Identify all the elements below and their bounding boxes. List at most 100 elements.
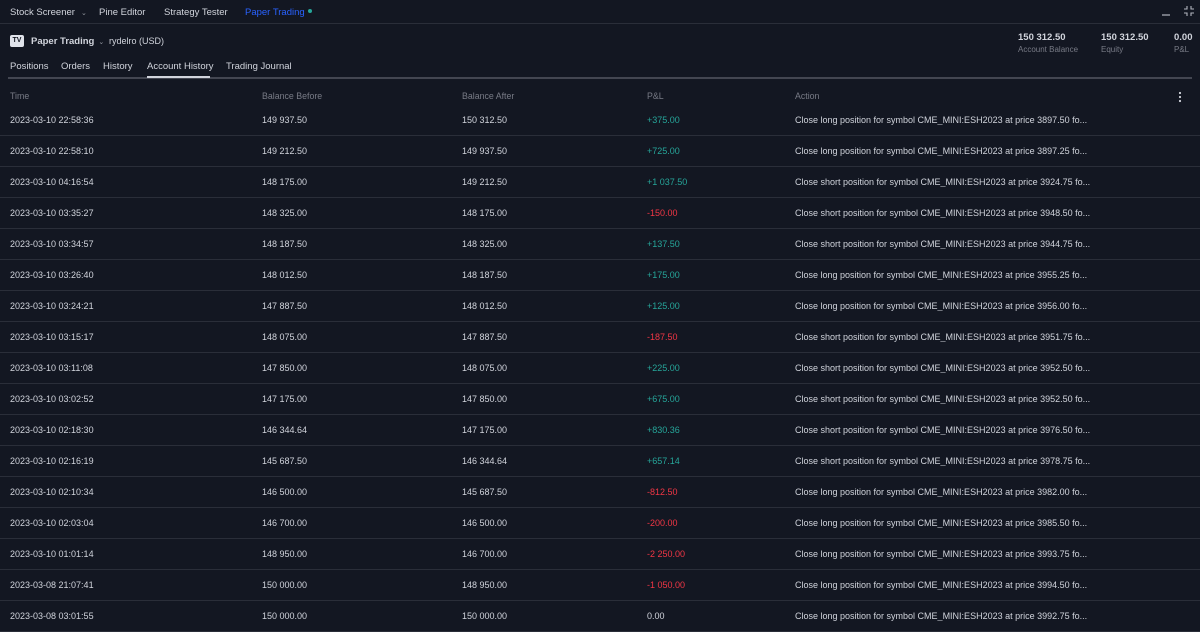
- cell-balance-before: 147 887.50: [262, 301, 308, 311]
- cell-balance-after: 149 212.50: [462, 177, 508, 187]
- cell-pnl: +225.00: [647, 363, 680, 373]
- cell-balance-after: 146 500.00: [462, 518, 508, 528]
- cell-time: 2023-03-10 22:58:36: [10, 115, 94, 125]
- cell-pnl: +1 037.50: [647, 177, 688, 187]
- cell-action: Close long position for symbol CME_MINI:…: [795, 518, 1088, 528]
- bottom-panel-tabs-bar: Stock Screener ⌄ Pine Editor Strategy Tes…: [0, 0, 1200, 24]
- cell-action: Close short position for symbol CME_MINI…: [795, 363, 1091, 373]
- cell-time: 2023-03-10 03:34:57: [10, 239, 94, 249]
- equity-label: Equity: [1101, 45, 1124, 54]
- broker-selector[interactable]: Paper Trading ⌄: [31, 36, 104, 47]
- table-row[interactable]: 2023-03-10 03:11:08 147 850.00 148 075.00 +…: [0, 353, 1200, 384]
- tab-label: Stock Screener: [10, 7, 75, 18]
- table-row[interactable]: 2023-03-10 02:10:34 146 500.00 145 687.50 -…: [0, 477, 1200, 508]
- cell-balance-before: 147 850.00: [262, 363, 308, 373]
- cell-balance-after: 147 850.00: [462, 394, 508, 404]
- collapse-icon[interactable]: [1182, 4, 1196, 18]
- tab-positions[interactable]: Positions: [10, 61, 49, 72]
- cell-action: Close short position for symbol CME_MINI…: [795, 332, 1091, 342]
- cell-pnl: -150.00: [647, 208, 678, 218]
- pnl-label: P&L: [1174, 45, 1190, 54]
- cell-pnl: +137.50: [647, 239, 680, 249]
- cell-pnl: +125.00: [647, 301, 680, 311]
- cell-action: Close long position for symbol CME_MINI:…: [795, 301, 1088, 311]
- cell-pnl: -1 050.00: [647, 580, 686, 590]
- table-row[interactable]: 2023-03-10 03:35:27 148 325.00 148 175.00 -…: [0, 198, 1200, 229]
- cell-balance-after: 148 187.50: [462, 270, 508, 280]
- cell-action: Close short position for symbol CME_MINI…: [795, 177, 1091, 187]
- cell-time: 2023-03-10 03:11:08: [10, 363, 93, 373]
- cell-action: Close long position for symbol CME_MINI:…: [795, 270, 1088, 280]
- chevron-down-icon: ⌄: [80, 10, 87, 17]
- minimize-icon[interactable]: [1159, 4, 1173, 18]
- more-options-icon[interactable]: [1173, 90, 1187, 104]
- cell-pnl: +375.00: [647, 115, 680, 125]
- cell-action: Close long position for symbol CME_MINI:…: [795, 549, 1088, 559]
- cell-time: 2023-03-10 01:01:14: [10, 549, 94, 559]
- table-row[interactable]: 2023-03-10 02:18:30 146 344.64 147 175.00 +…: [0, 415, 1200, 446]
- active-tab-indicator: [147, 76, 210, 78]
- chevron-down-icon: ⌄: [98, 39, 105, 46]
- cell-pnl: -200.00: [647, 518, 678, 528]
- cell-action: Close long position for symbol CME_MINI:…: [795, 146, 1088, 156]
- table-row[interactable]: 2023-03-08 03:01:55 150 000.00 150 000.00 0…: [0, 601, 1200, 632]
- cell-time: 2023-03-10 02:18:30: [10, 425, 94, 435]
- table-row[interactable]: 2023-03-10 04:16:54 148 175.00 149 212.50 +…: [0, 167, 1200, 198]
- cell-balance-before: 149 937.50: [262, 115, 308, 125]
- tab-paper-trading[interactable]: Paper Trading: [245, 7, 312, 18]
- pnl-summary: 0.00 P&L: [1174, 32, 1193, 54]
- account-balance-summary: 150 312.50 Account Balance: [1018, 32, 1078, 54]
- table-row[interactable]: 2023-03-10 03:26:40 148 012.50 148 187.50 +…: [0, 260, 1200, 291]
- tab-orders[interactable]: Orders: [61, 61, 90, 72]
- cell-balance-after: 145 687.50: [462, 487, 508, 497]
- cell-balance-before: 150 000.00: [262, 580, 308, 590]
- cell-balance-before: 148 075.00: [262, 332, 308, 342]
- cell-action: Close long position for symbol CME_MINI:…: [795, 115, 1088, 125]
- cell-time: 2023-03-10 03:26:40: [10, 270, 94, 280]
- cell-action: Close short position for symbol CME_MINI…: [795, 239, 1091, 249]
- cell-balance-before: 146 700.00: [262, 518, 308, 528]
- cell-pnl: +657.14: [647, 456, 680, 466]
- tab-stock-screener[interactable]: Stock Screener ⌄: [10, 7, 87, 18]
- cell-balance-after: 150 312.50: [462, 115, 508, 125]
- table-row[interactable]: 2023-03-10 02:16:19 145 687.50 146 344.64 +…: [0, 446, 1200, 477]
- cell-balance-after: 148 950.00: [462, 580, 508, 590]
- tab-label: Pine Editor: [99, 7, 146, 18]
- column-header-balance-before[interactable]: Balance Before: [262, 91, 322, 101]
- cell-pnl: -2 250.00: [647, 549, 686, 559]
- column-header-balance-after[interactable]: Balance After: [462, 91, 514, 101]
- table-row[interactable]: 2023-03-10 02:03:04 146 700.00 146 500.00 -…: [0, 508, 1200, 539]
- table-row[interactable]: 2023-03-10 03:34:57 148 187.50 148 325.00 +…: [0, 229, 1200, 260]
- cell-balance-after: 148 075.00: [462, 363, 508, 373]
- cell-action: Close short position for symbol CME_MINI…: [795, 394, 1091, 404]
- tab-label: Paper Trading: [245, 7, 305, 18]
- cell-balance-after: 148 012.50: [462, 301, 508, 311]
- table-header: Time Balance Before Balance After P&L Ac…: [0, 88, 1200, 106]
- cell-action: Close short position for symbol CME_MINI…: [795, 425, 1091, 435]
- account-balance-value: 150 312.50: [1018, 32, 1066, 43]
- tab-history[interactable]: History: [103, 61, 133, 72]
- table-row[interactable]: 2023-03-08 21:07:41 150 000.00 148 950.00 -…: [0, 570, 1200, 601]
- cell-time: 2023-03-10 03:35:27: [10, 208, 94, 218]
- cell-time: 2023-03-10 04:16:54: [10, 177, 94, 187]
- column-header-time[interactable]: Time: [10, 91, 29, 101]
- cell-time: 2023-03-10 02:16:19: [10, 456, 94, 466]
- cell-balance-after: 148 175.00: [462, 208, 508, 218]
- table-row[interactable]: 2023-03-10 22:58:36 149 937.50 150 312.50 +…: [0, 105, 1200, 136]
- table-row[interactable]: 2023-03-10 03:24:21 147 887.50 148 012.50 +…: [0, 291, 1200, 322]
- column-header-action[interactable]: Action: [795, 91, 819, 101]
- tab-pine-editor[interactable]: Pine Editor: [99, 7, 145, 18]
- column-header-pnl[interactable]: P&L: [647, 91, 664, 101]
- table-row[interactable]: 2023-03-10 03:15:17 148 075.00 147 887.50 -…: [0, 322, 1200, 353]
- cell-pnl: +675.00: [647, 394, 680, 404]
- table-row[interactable]: 2023-03-10 22:58:10 149 212.50 149 937.50 +…: [0, 136, 1200, 167]
- table-row[interactable]: 2023-03-10 01:01:14 148 950.00 146 700.00 -…: [0, 539, 1200, 570]
- tab-trading-journal[interactable]: Trading Journal: [226, 61, 292, 72]
- tab-strategy-tester[interactable]: Strategy Tester: [164, 7, 228, 18]
- table-row[interactable]: 2023-03-10 03:02:52 147 175.00 147 850.00 +…: [0, 384, 1200, 415]
- cell-balance-before: 148 175.00: [262, 177, 308, 187]
- tab-account-history[interactable]: Account History: [147, 61, 214, 72]
- cell-time: 2023-03-10 03:24:21: [10, 301, 94, 311]
- cell-action: Close long position for symbol CME_MINI:…: [795, 580, 1088, 590]
- account-name: rydelro (USD): [109, 36, 165, 46]
